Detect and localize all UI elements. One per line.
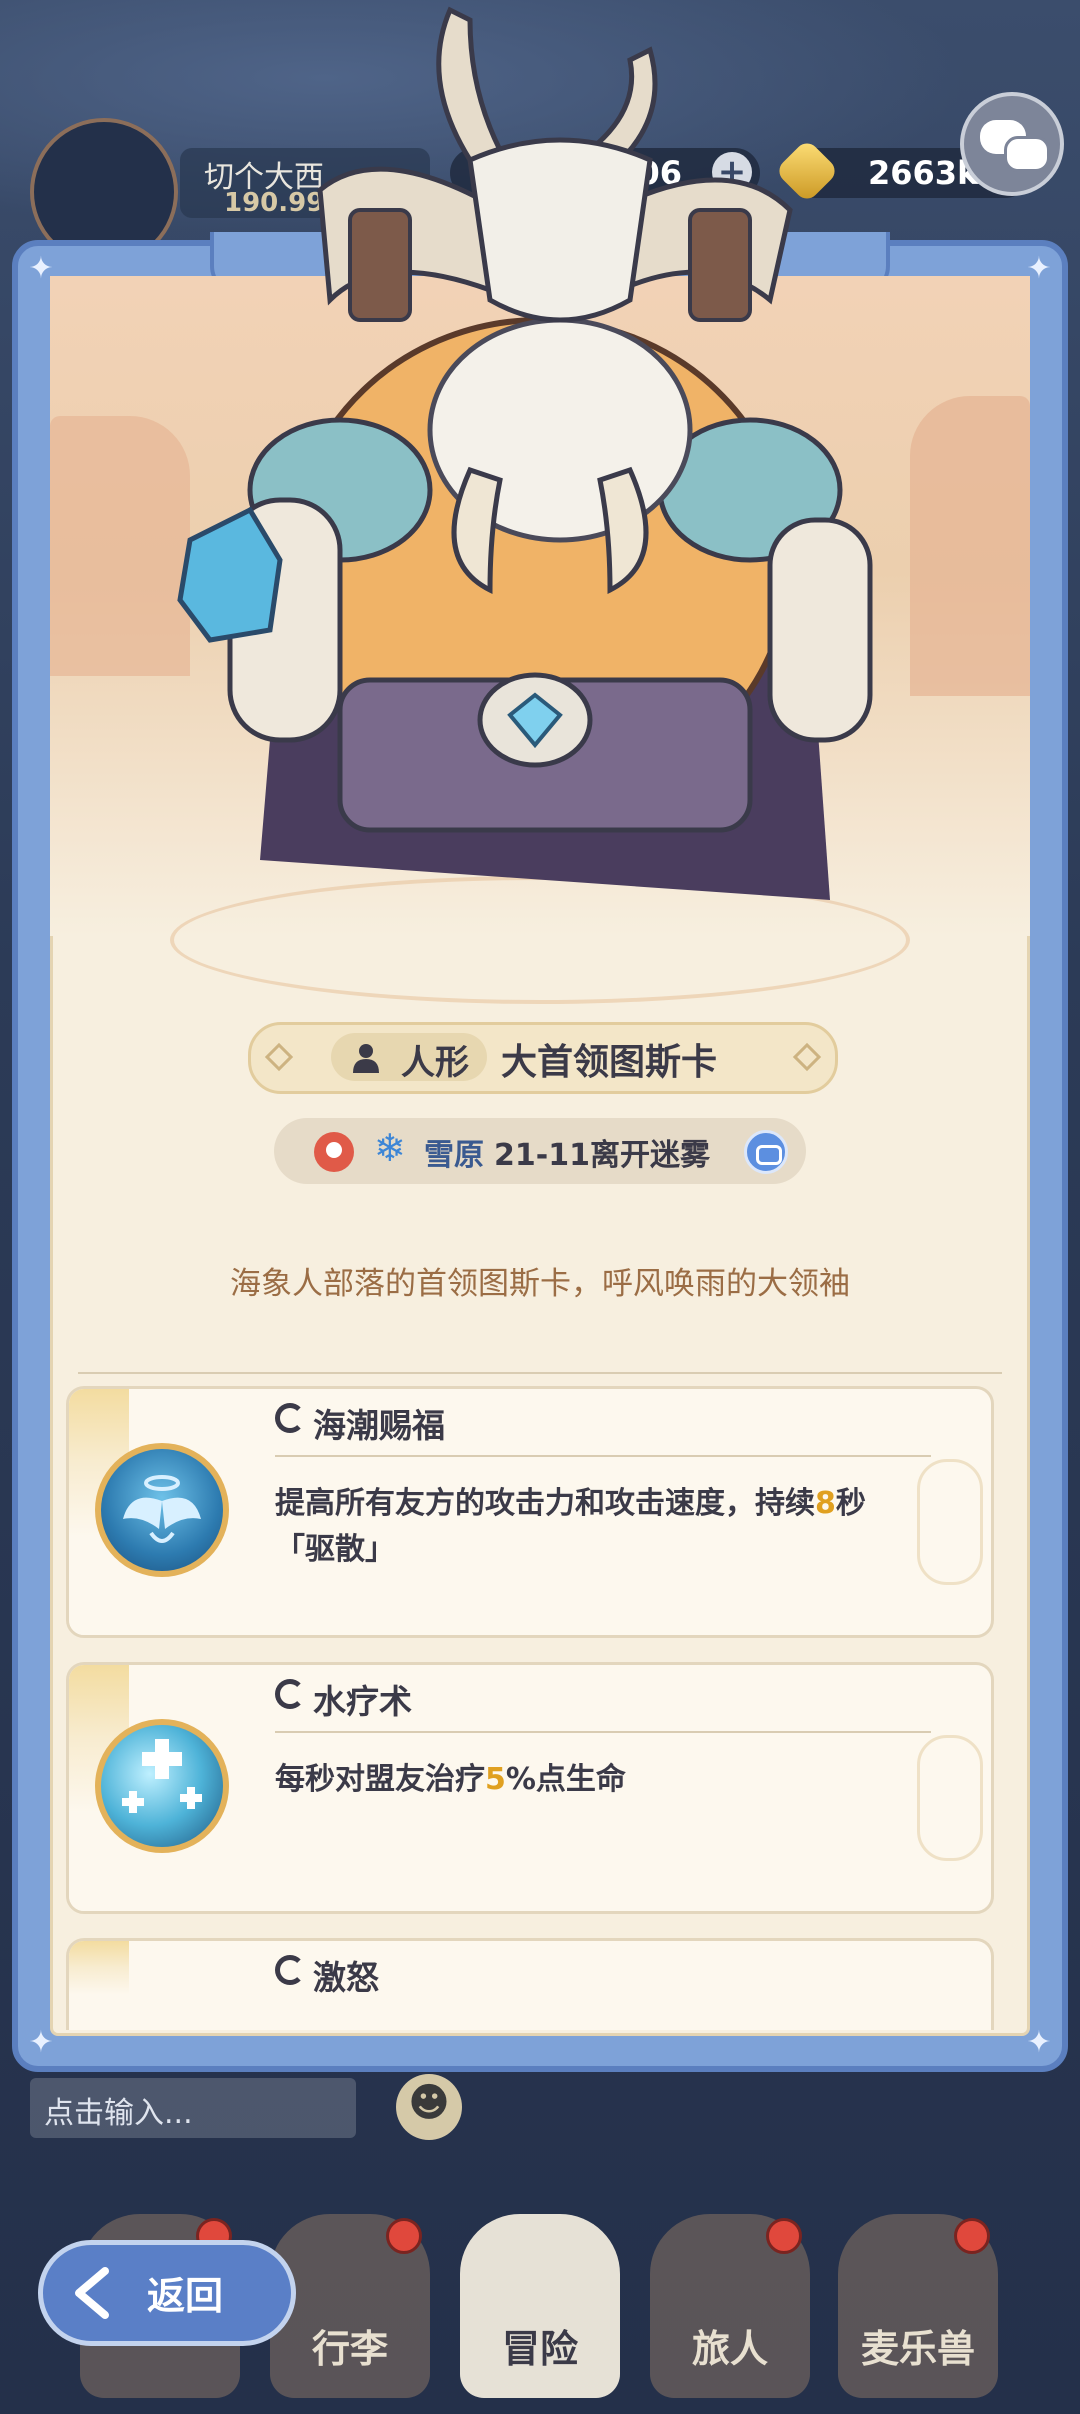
headdress-strap-left xyxy=(348,208,412,322)
diamond-ornament-icon xyxy=(792,1042,822,1072)
wings-icon xyxy=(123,1475,201,1543)
boss-name-banner: 人形 大首领图斯卡 xyxy=(248,1022,838,1094)
emoji-button[interactable] xyxy=(396,2074,462,2140)
location-text: 雪原 21-11离开迷雾 xyxy=(424,1130,710,1174)
healing-cross-icon xyxy=(122,1739,202,1813)
chat-input[interactable]: 点击输入... xyxy=(30,2078,356,2138)
skill-card[interactable]: 海潮赐福 提高所有友方的攻击力和攻击速度，持续8秒「驱散」 xyxy=(66,1386,994,1638)
skill-card-accent xyxy=(69,1941,129,2030)
chat-placeholder: 点击输入... xyxy=(44,2096,193,2131)
boss-name: 大首领图斯卡 xyxy=(501,1042,718,1083)
skill-icon-hydrotherapy xyxy=(95,1719,229,1853)
skill-title: 海潮赐福 xyxy=(313,1406,445,1445)
corner-star-icon: ✦ xyxy=(1026,2025,1052,2060)
skill-moon-icon xyxy=(275,1955,305,1985)
back-arrow-icon xyxy=(75,2267,109,2319)
skill-tag: 「驱散」 xyxy=(275,1532,395,1567)
back-button[interactable]: 返回 xyxy=(38,2240,296,2346)
headdress-spike-left xyxy=(436,6,504,163)
chat-button[interactable] xyxy=(960,92,1064,196)
skill-moon-icon xyxy=(275,1403,305,1433)
notification-dot xyxy=(386,2218,422,2254)
location-region: 雪原 xyxy=(424,1138,484,1173)
skill-text: %点生命 xyxy=(505,1762,626,1797)
skill-card[interactable]: 水疗术 每秒对盟友治疗5%点生命 xyxy=(66,1662,994,1914)
skill-title: 激怒 xyxy=(313,1958,379,1997)
nav-label: 行李 xyxy=(311,2327,388,2371)
skill-text: 提高所有友方的攻击力和攻击速度，持续 xyxy=(275,1486,815,1521)
headdress-strap-right xyxy=(688,208,752,322)
chat-bubble-icon-2 xyxy=(1004,136,1050,172)
back-label: 返回 xyxy=(147,2274,224,2318)
skill-description: 提高所有友方的攻击力和攻击速度，持续8秒「驱散」 xyxy=(275,1481,951,1573)
diamond-ornament-icon xyxy=(264,1042,294,1072)
go-to-location-button[interactable] xyxy=(744,1130,788,1174)
skill-title: 水疗术 xyxy=(313,1682,412,1721)
skill-description: 每秒对盟友治疗5%点生命 xyxy=(275,1757,951,1803)
skill-value: 8 xyxy=(815,1486,836,1521)
notification-dot xyxy=(954,2218,990,2254)
skill-text: 每秒对盟友治疗 xyxy=(275,1762,485,1797)
location-pin-icon xyxy=(314,1132,354,1172)
swirl-ornament xyxy=(917,1735,983,1861)
nav-label: 冒险 xyxy=(501,2327,578,2371)
nav-item-travelers[interactable]: 旅人 xyxy=(650,2214,810,2398)
swirl-ornament xyxy=(917,1459,983,1585)
nav-label: 旅人 xyxy=(691,2327,768,2371)
boss-type-chip: 人形 xyxy=(331,1033,487,1083)
nav-item-pets[interactable]: 麦乐兽 xyxy=(838,2214,998,2398)
section-divider xyxy=(78,1372,1002,1374)
nav-label: 麦乐兽 xyxy=(860,2327,975,2371)
boss-character-illustration xyxy=(177,6,873,900)
corner-star-icon: ✦ xyxy=(28,2025,54,2060)
skull-mask xyxy=(467,137,653,323)
skill-text: 秒 xyxy=(835,1486,866,1521)
skill-value: 5 xyxy=(485,1762,506,1797)
corner-star-icon: ✦ xyxy=(28,251,54,286)
boss-type-label: 人形 xyxy=(401,1043,469,1083)
cliff-right xyxy=(910,396,1030,696)
person-icon xyxy=(353,1044,379,1073)
skill-card[interactable]: 激怒 xyxy=(66,1938,994,2030)
boss-location-bar[interactable]: ❄ 雪原 21-11离开迷雾 xyxy=(274,1118,806,1184)
notification-dot xyxy=(766,2218,802,2254)
cliff-left xyxy=(50,416,190,676)
boss-arm-right xyxy=(767,517,873,743)
skill-divider xyxy=(275,1731,931,1733)
skill-moon-icon xyxy=(275,1679,305,1709)
nav-item-adventure[interactable]: 冒险 xyxy=(460,2214,620,2398)
corner-star-icon: ✦ xyxy=(1026,251,1052,286)
boss-description: 海象人部落的首领图斯卡，呼风唤雨的大领袖 xyxy=(230,1266,850,1302)
skill-divider xyxy=(275,1455,931,1457)
skill-icon-tide-blessing xyxy=(95,1443,229,1577)
snowflake-icon: ❄ xyxy=(374,1126,406,1170)
location-stage: 21-11离开迷雾 xyxy=(494,1138,710,1173)
